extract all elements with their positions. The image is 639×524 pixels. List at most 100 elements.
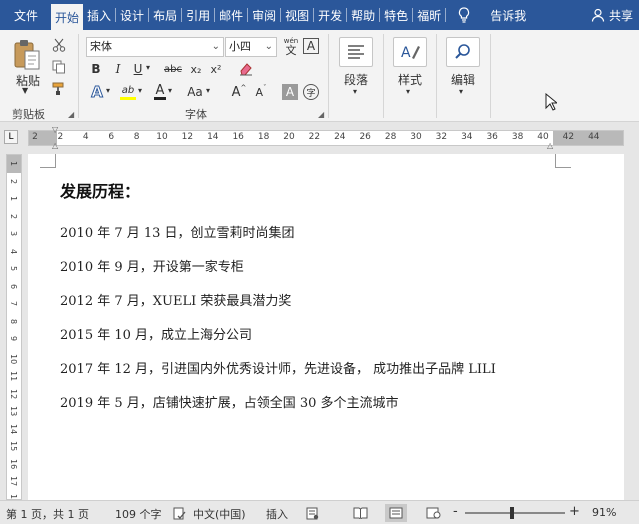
print-layout-icon[interactable] bbox=[385, 504, 407, 522]
ruler-number: 6 bbox=[108, 132, 115, 142]
right-indent-marker[interactable]: △ bbox=[547, 141, 553, 150]
chevron-down-icon[interactable]: ▾ bbox=[138, 86, 142, 95]
doc-heading[interactable]: 发展历程： bbox=[60, 178, 140, 202]
language-indicator[interactable]: 中文(中国) bbox=[193, 506, 246, 522]
ruler-number: 34 bbox=[461, 132, 473, 142]
vertical-ruler[interactable]: 1 2 1 2 3 4 5 6 7 8 9 10 11 12 13 14 15 16 17 18 bbox=[6, 154, 22, 500]
scissors-icon[interactable] bbox=[51, 37, 67, 53]
ruler-number: 28 bbox=[384, 132, 397, 142]
wen-icon[interactable]: wén 文 bbox=[281, 35, 301, 57]
chevron-down-icon[interactable]: ⌄ bbox=[265, 38, 273, 56]
clipboard-launcher-icon[interactable]: ◢ bbox=[68, 110, 74, 119]
tab-foxit[interactable]: 福昕 bbox=[413, 0, 445, 30]
doc-paragraph[interactable]: 2010 年 9 月，开设第一家专柜 bbox=[60, 256, 244, 275]
tab-references[interactable]: 引用 bbox=[182, 0, 214, 30]
vruler-number: 11 bbox=[9, 371, 18, 382]
vruler-number: 5 bbox=[9, 266, 18, 272]
ruler-number: 12 bbox=[181, 132, 194, 142]
font-launcher-icon[interactable]: ◢ bbox=[318, 110, 324, 119]
tab-file[interactable]: 文件 bbox=[0, 0, 51, 30]
underline-button[interactable]: U bbox=[130, 61, 146, 77]
paragraph-button[interactable] bbox=[339, 37, 373, 67]
chevron-down-icon[interactable]: ▾ bbox=[406, 87, 410, 96]
chevron-down-icon[interactable]: ▾ bbox=[459, 87, 463, 96]
highlight-label: ab bbox=[121, 84, 135, 96]
chevron-down-icon[interactable]: ▾ bbox=[168, 86, 172, 95]
font-name-value: 宋体 bbox=[90, 40, 112, 53]
vruler-number: 6 bbox=[9, 283, 18, 289]
proofing-icon[interactable] bbox=[172, 506, 186, 520]
doc-paragraph[interactable]: 2019 年 5 月，店铺快速扩展，占领全国 30 多个主流城市 bbox=[60, 392, 399, 411]
ruler-number: 16 bbox=[232, 132, 244, 142]
highlight-button[interactable]: ab bbox=[118, 83, 138, 101]
bold-button[interactable]: B bbox=[88, 61, 104, 77]
tab-help[interactable]: 帮助 bbox=[347, 0, 379, 30]
tab-insert[interactable]: 插入 bbox=[83, 0, 115, 30]
share-button[interactable]: 共享 bbox=[591, 0, 633, 30]
status-bar: 第 1 页，共 1 页 109 个字 中文(中国) 插入 - + 91% bbox=[0, 500, 639, 524]
italic-button[interactable]: I bbox=[110, 61, 126, 77]
eraser-icon[interactable] bbox=[238, 61, 254, 77]
hanging-indent-marker[interactable]: △ bbox=[52, 141, 58, 150]
read-mode-icon[interactable] bbox=[352, 506, 368, 520]
tell-me-box[interactable]: 告诉我 bbox=[454, 7, 530, 24]
chevron-down-icon[interactable]: ▾ bbox=[353, 87, 357, 96]
strikethrough-button[interactable]: abc bbox=[162, 61, 184, 77]
format-painter-icon[interactable] bbox=[51, 81, 67, 97]
tab-design[interactable]: 设计 bbox=[116, 0, 148, 30]
chevron-down-icon[interactable]: ⌄ bbox=[212, 38, 220, 56]
font-size-combo[interactable]: 小四 ⌄ bbox=[225, 37, 277, 57]
underline-dropdown-icon[interactable]: ▾ bbox=[146, 63, 150, 72]
tab-layout[interactable]: 布局 bbox=[149, 0, 181, 30]
tab-special[interactable]: 特色 bbox=[380, 0, 412, 30]
tab-review[interactable]: 审阅 bbox=[248, 0, 280, 30]
word-count[interactable]: 109 个字 bbox=[115, 506, 162, 522]
editing-button[interactable] bbox=[446, 37, 480, 67]
superscript-button[interactable]: x² bbox=[208, 61, 224, 77]
styles-label[interactable]: 样式 bbox=[398, 71, 422, 88]
doc-paragraph[interactable]: 2012 年 7 月，XUELI 荣获最具潜力奖 bbox=[60, 290, 291, 309]
text-effects-button[interactable]: A bbox=[88, 83, 106, 102]
chevron-down-icon[interactable]: ▾ bbox=[206, 86, 210, 95]
paragraph-label[interactable]: 段落 bbox=[344, 71, 368, 88]
ribbon-home: 粘贴 ▼ 剪贴板 ◢ 宋体 ⌄ 小四 ⌄ wén 文 A B I U ▾ abc x… bbox=[0, 30, 639, 122]
editing-label[interactable]: 编辑 bbox=[451, 71, 475, 88]
horizontal-ruler[interactable]: 2 2 4 6 8 10 12 14 16 18 20 22 24 26 28 30 32 34 36 38 40 42 4… bbox=[28, 130, 624, 146]
copy-icon[interactable] bbox=[51, 59, 67, 75]
paste-button[interactable] bbox=[10, 38, 44, 72]
zoom-slider-track[interactable] bbox=[465, 512, 565, 514]
font-name-combo[interactable]: 宋体 ⌄ bbox=[86, 37, 224, 57]
insert-mode-indicator[interactable]: 插入 bbox=[266, 506, 288, 522]
zoom-out-button[interactable]: - bbox=[453, 504, 458, 519]
subscript-button[interactable]: x₂ bbox=[188, 61, 204, 77]
zoom-slider-thumb[interactable] bbox=[510, 507, 514, 519]
first-line-indent-marker[interactable]: ▽ bbox=[52, 125, 58, 134]
tab-developer[interactable]: 开发 bbox=[314, 0, 346, 30]
doc-paragraph[interactable]: 2010 年 7 月 13 日，创立雪莉时尚集团 bbox=[60, 222, 295, 241]
enclose-char-button[interactable]: 字 bbox=[303, 84, 319, 100]
doc-paragraph[interactable]: 2015 年 10 月，成立上海分公司 bbox=[60, 324, 252, 343]
zoom-in-button[interactable]: + bbox=[569, 504, 580, 519]
macro-record-icon[interactable] bbox=[305, 506, 319, 520]
ruler-number: 18 bbox=[257, 132, 270, 142]
tab-stop-selector[interactable]: L bbox=[4, 130, 18, 144]
char-border-button[interactable]: A bbox=[303, 38, 319, 54]
svg-text:A: A bbox=[401, 45, 411, 61]
page-count[interactable]: 第 1 页，共 1 页 bbox=[6, 506, 89, 522]
wen-char: 文 bbox=[285, 44, 297, 57]
paste-dropdown-icon[interactable]: ▼ bbox=[22, 86, 28, 95]
tab-home[interactable]: 开始 bbox=[51, 4, 84, 30]
styles-button[interactable]: A bbox=[393, 37, 427, 67]
chevron-down-icon[interactable]: ▾ bbox=[106, 86, 110, 95]
tab-view[interactable]: 视图 bbox=[281, 0, 313, 30]
shrink-font-button[interactable]: Aˇ bbox=[252, 83, 270, 101]
zoom-level[interactable]: 91% bbox=[592, 506, 616, 519]
grow-font-button[interactable]: A ^ bbox=[230, 83, 248, 101]
web-layout-icon[interactable] bbox=[425, 506, 441, 520]
change-case-button[interactable]: Aa bbox=[184, 83, 206, 101]
tab-mailings[interactable]: 邮件 bbox=[215, 0, 247, 30]
char-shading-button[interactable]: A bbox=[282, 84, 298, 100]
doc-paragraph[interactable]: 2017 年 12 月，引进国内外优秀设计师，先进设备， 成功推出子品牌 LIL… bbox=[60, 358, 496, 377]
font-color-button[interactable]: A bbox=[152, 83, 168, 101]
vruler-number: 12 bbox=[9, 388, 18, 399]
